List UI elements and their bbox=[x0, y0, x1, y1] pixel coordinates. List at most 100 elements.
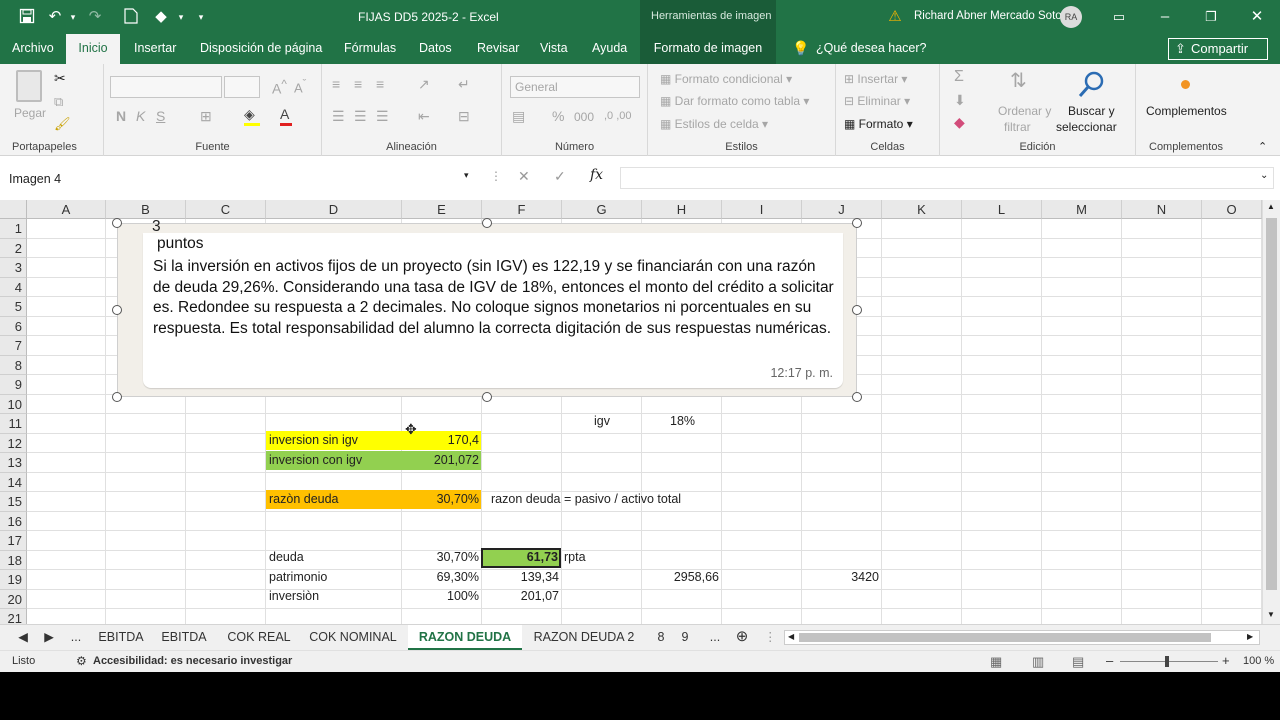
page-break-icon[interactable]: ▤ bbox=[1072, 654, 1084, 670]
tab-formato-imagen[interactable]: Formato de imagen bbox=[640, 34, 776, 64]
cell-d12[interactable]: inversion sin igv bbox=[267, 431, 360, 450]
cell-g11[interactable]: igv bbox=[592, 412, 612, 431]
format-cells-button[interactable]: ▦ Formato ▾ bbox=[844, 117, 913, 131]
column-header[interactable]: C bbox=[186, 200, 266, 219]
autosum-icon[interactable]: Σ bbox=[954, 68, 964, 86]
cell-e18[interactable]: 30,70% bbox=[402, 548, 481, 567]
tab-formulas[interactable]: Fórmulas bbox=[340, 34, 400, 64]
fill-color-icon[interactable]: ◆ bbox=[152, 8, 170, 26]
customize-qat-icon[interactable]: ▾ bbox=[192, 8, 210, 26]
prev-sheet-icon[interactable]: ◀ bbox=[16, 625, 30, 650]
align-right-icon[interactable]: ☰ bbox=[376, 108, 389, 125]
cell-d13[interactable]: inversion con igv bbox=[267, 451, 364, 470]
undo-icon[interactable]: ↶ bbox=[46, 8, 64, 26]
name-box-dropdown-icon[interactable]: ▾ bbox=[464, 170, 469, 181]
avatar[interactable]: RA bbox=[1060, 6, 1082, 28]
horizontal-scrollbar[interactable]: ◀ ▶ bbox=[784, 630, 1260, 645]
zoom-level[interactable]: 100 % bbox=[1243, 655, 1274, 667]
cell-d19[interactable]: patrimonio bbox=[267, 568, 329, 587]
row-header[interactable]: 18 bbox=[0, 550, 27, 570]
share-button[interactable]: ⇪ Compartir bbox=[1168, 38, 1268, 60]
resize-handle-r[interactable] bbox=[852, 305, 862, 315]
normal-view-icon[interactable]: ▦ bbox=[990, 654, 1002, 670]
tab-ayuda[interactable]: Ayuda bbox=[588, 34, 631, 64]
row-header[interactable]: 9 bbox=[0, 375, 27, 395]
formula-input[interactable] bbox=[620, 167, 1274, 189]
sort-filter-label-1[interactable]: Ordenar y bbox=[998, 104, 1051, 118]
row-header[interactable]: 8 bbox=[0, 355, 27, 375]
comma-style-icon[interactable]: 000 bbox=[574, 110, 594, 124]
number-format-box[interactable]: General bbox=[510, 76, 640, 98]
decimal-icon[interactable]: ,0 ,00 bbox=[604, 110, 632, 122]
accounting-icon[interactable]: ▤ bbox=[512, 108, 525, 125]
sheet-tab-cok-nominal[interactable]: COK NOMINAL bbox=[302, 625, 404, 650]
tab-disposicion[interactable]: Disposición de página bbox=[196, 34, 326, 64]
conditional-format-button[interactable]: ▦ Formato condicional ▾ bbox=[660, 72, 792, 86]
accessibility-status[interactable]: Accesibilidad: es necesario investigar bbox=[93, 655, 292, 667]
cell-j19[interactable]: 3420 bbox=[802, 568, 881, 587]
collapse-ribbon-icon[interactable]: ⌃ bbox=[1258, 140, 1267, 153]
tab-insertar[interactable]: Insertar bbox=[130, 34, 180, 64]
cell-styles-button[interactable]: ▦ Estilos de celda ▾ bbox=[660, 117, 768, 131]
resize-handle-tl[interactable] bbox=[112, 218, 122, 228]
increase-font-icon[interactable]: A^ bbox=[272, 78, 287, 97]
close-icon[interactable]: ✕ bbox=[1248, 8, 1266, 26]
align-left-icon[interactable]: ☰ bbox=[332, 108, 345, 125]
align-bottom-icon[interactable]: ≡ bbox=[376, 76, 384, 92]
scroll-left-icon[interactable]: ◀ bbox=[788, 632, 794, 641]
new-file-icon[interactable] bbox=[122, 8, 140, 26]
cell-d15[interactable]: razòn deuda bbox=[267, 490, 341, 509]
sheet-tab-razon-deuda-2[interactable]: RAZON DEUDA 2 bbox=[526, 625, 642, 650]
sheet-more-left[interactable]: ... bbox=[64, 625, 88, 650]
column-header[interactable]: B bbox=[106, 200, 186, 219]
resize-handle-br[interactable] bbox=[852, 392, 862, 402]
scroll-right-icon[interactable]: ▶ bbox=[1247, 632, 1253, 641]
sort-filter-label-2[interactable]: filtrar bbox=[1004, 120, 1031, 134]
row-header[interactable]: 4 bbox=[0, 277, 27, 297]
addins-label[interactable]: Complementos bbox=[1146, 104, 1227, 118]
sheet-tab-ebitda-1[interactable]: EBITDA bbox=[92, 625, 150, 650]
cut-icon[interactable]: ✂ bbox=[54, 70, 66, 87]
resize-handle-t[interactable] bbox=[482, 218, 492, 228]
align-center-icon[interactable]: ☰ bbox=[354, 108, 367, 125]
column-header[interactable]: J bbox=[802, 200, 882, 219]
tab-revisar[interactable]: Revisar bbox=[473, 34, 523, 64]
orientation-icon[interactable]: ↗ bbox=[418, 76, 430, 93]
column-header[interactable]: K bbox=[882, 200, 962, 219]
format-painter-icon[interactable]: 🖌 bbox=[54, 116, 71, 132]
resize-handle-bl[interactable] bbox=[112, 392, 122, 402]
page-layout-icon[interactable]: ▥ bbox=[1032, 654, 1044, 670]
cell-f15[interactable]: razon deuda = pasivo / activo total bbox=[489, 490, 683, 509]
worksheet-grid[interactable]: ABCDEFGHIJKLMNO 1 2 3 4 5 6 7 8 9 10 11 12 13 14 15 16 1… bbox=[0, 200, 1262, 624]
accessibility-icon[interactable]: ⚙ bbox=[76, 654, 87, 668]
find-select-label-1[interactable]: Buscar y bbox=[1068, 104, 1115, 118]
row-header[interactable]: 12 bbox=[0, 433, 27, 453]
insert-function-icon[interactable]: fx bbox=[590, 167, 603, 183]
clear-icon[interactable]: ◆ bbox=[954, 114, 965, 131]
row-header[interactable]: 10 bbox=[0, 394, 27, 414]
delete-cells-button[interactable]: ⊟ Eliminar ▾ bbox=[844, 94, 910, 108]
addins-icon[interactable] bbox=[1181, 80, 1190, 89]
row-header[interactable]: 14 bbox=[0, 472, 27, 492]
cell-e19[interactable]: 69,30% bbox=[402, 568, 481, 587]
cancel-entry-icon[interactable]: ✕ bbox=[518, 168, 530, 185]
cell-f20[interactable]: 201,07 bbox=[482, 587, 561, 606]
row-header[interactable]: 7 bbox=[0, 336, 27, 356]
name-box[interactable]: Imagen 4 bbox=[4, 167, 476, 189]
percent-icon[interactable]: % bbox=[552, 108, 564, 124]
vertical-scrollbar[interactable]: ▲ ▼ bbox=[1262, 200, 1280, 624]
align-top-icon[interactable]: ≡ bbox=[332, 76, 340, 92]
row-header[interactable]: 16 bbox=[0, 511, 27, 531]
confirm-entry-icon[interactable]: ✓ bbox=[554, 168, 566, 185]
column-header[interactable]: L bbox=[962, 200, 1042, 219]
ribbon-display-icon[interactable]: ▭ bbox=[1110, 8, 1128, 26]
column-header[interactable]: I bbox=[722, 200, 802, 219]
tell-me-search[interactable]: ¿Qué desea hacer? bbox=[812, 34, 931, 64]
italic-icon[interactable]: K bbox=[136, 108, 145, 124]
add-sheet-icon[interactable]: ⊕ bbox=[732, 625, 752, 650]
row-header[interactable]: 3 bbox=[0, 258, 27, 278]
tab-vista[interactable]: Vista bbox=[536, 34, 572, 64]
indent-icon[interactable]: ⇤ bbox=[418, 108, 430, 125]
sheet-tab-9[interactable]: 9 bbox=[674, 625, 696, 650]
zoom-in-icon[interactable]: + bbox=[1222, 653, 1230, 668]
